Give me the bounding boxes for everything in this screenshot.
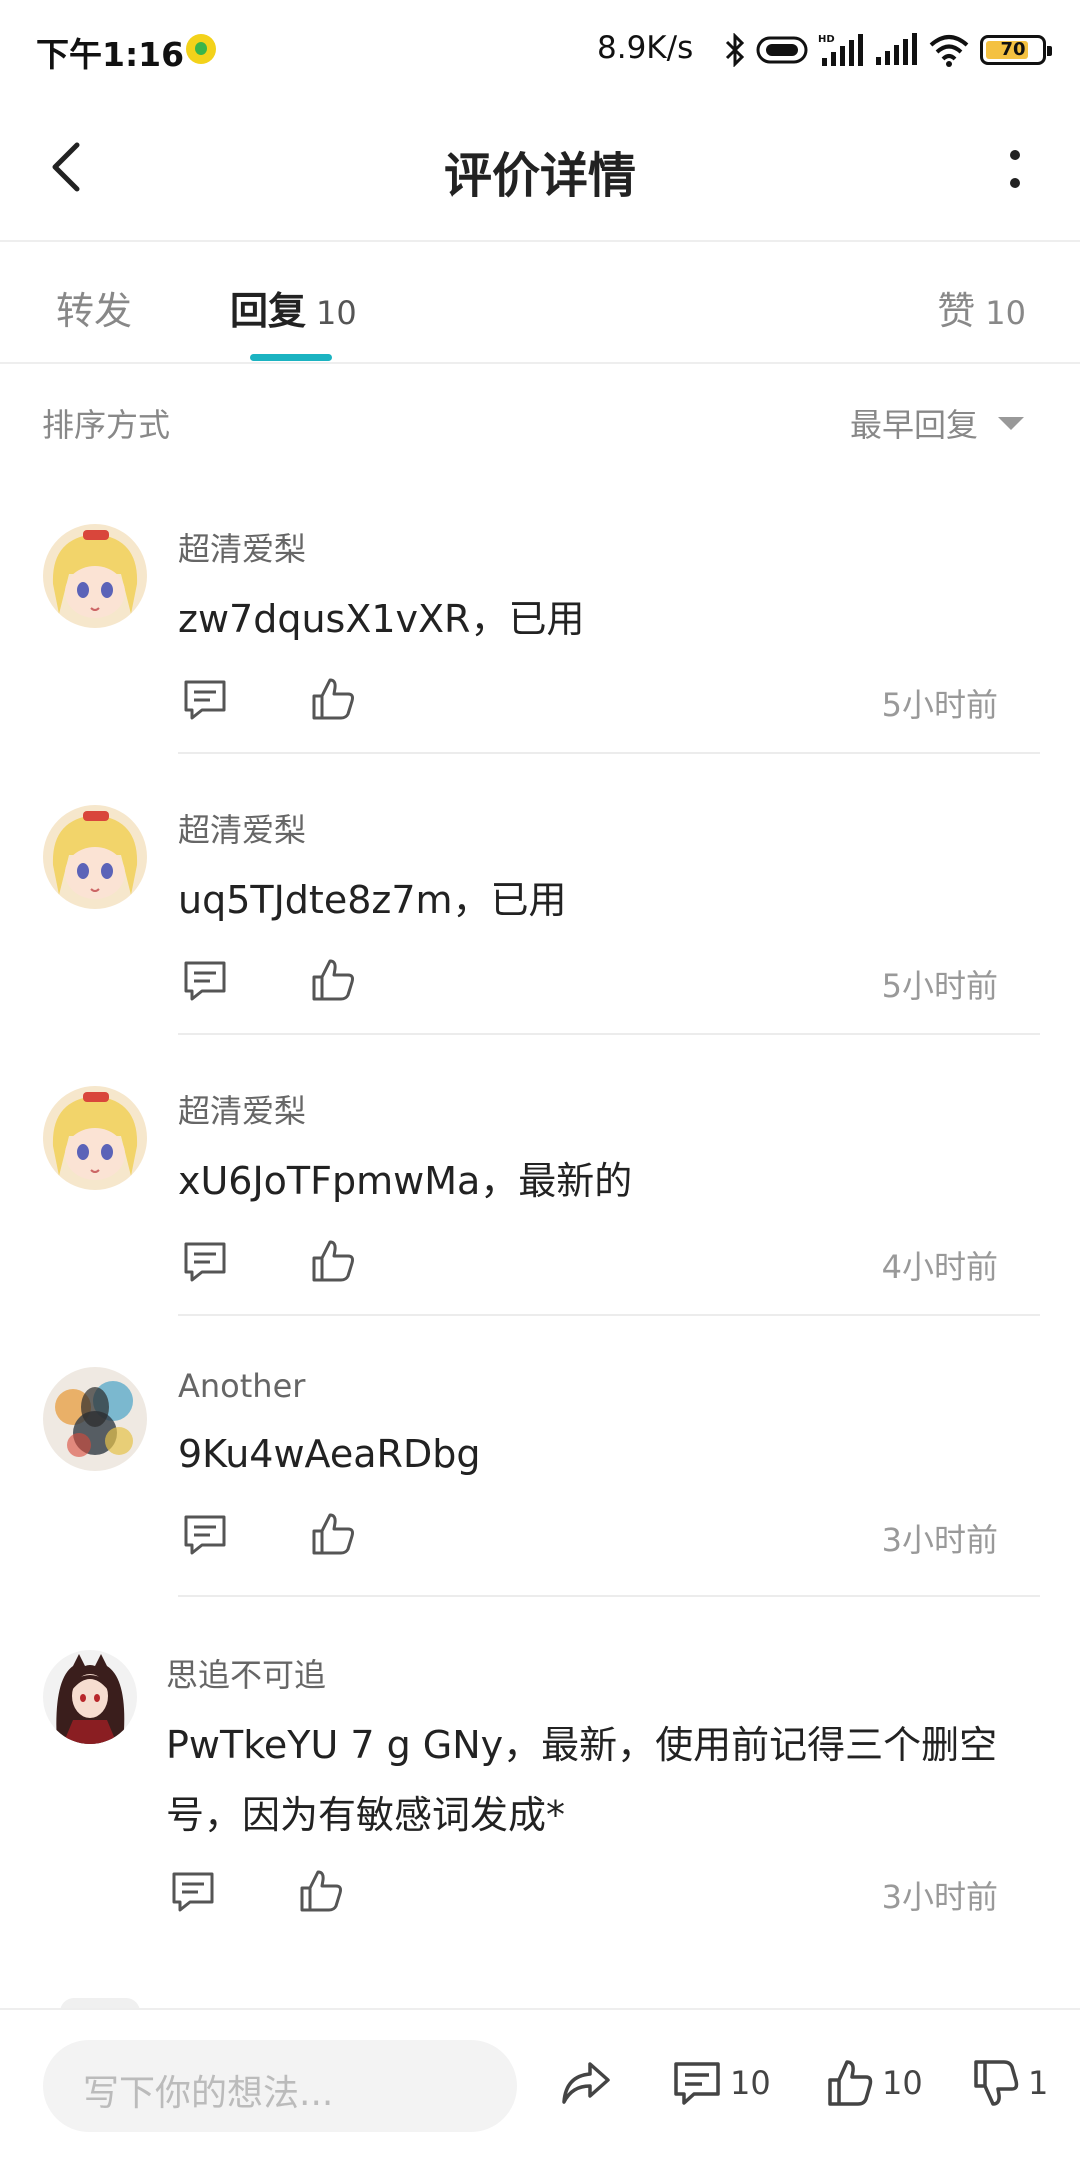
dislike-count: 1: [1028, 2064, 1049, 2102]
signal-icon: [876, 33, 917, 65]
comment-text: PwTkeYU 7 g GNy，最新，使用前记得三个删空号，因为有敏感词发成*: [166, 1723, 998, 1837]
status-icons: HD 70: [724, 30, 1052, 70]
share-button[interactable]: [560, 2058, 612, 2106]
tab-forward[interactable]: 转发: [56, 280, 132, 335]
app-notification-icon: [186, 34, 216, 64]
like-count: 10: [882, 2064, 923, 2102]
comment-text: zw7dqusX1vXR，已用: [178, 597, 585, 641]
comment-text: uq5TJdte8z7m，已用: [178, 878, 567, 922]
avatar[interactable]: [43, 524, 147, 628]
avatar[interactable]: [43, 1086, 147, 1190]
comment-input[interactable]: 写下你的想法...: [43, 2040, 517, 2132]
sort-row: 排序方式 最早回复: [0, 366, 1080, 476]
comment-count-button[interactable]: 10: [672, 2058, 771, 2108]
tab-reply-count: 10: [316, 294, 357, 332]
comment-item: 超清爱梨 xU6JoTFpmwMa，最新的 4小时前: [0, 1038, 1080, 1319]
comment-time: 5小时前: [881, 967, 998, 1005]
comment-list: 超清爱梨 zw7dqusX1vXR，已用 5小时前 超清爱梨 uq5TJdte8…: [0, 476, 1080, 2073]
like-icon[interactable]: [296, 1866, 346, 1916]
comment-time: 5小时前: [881, 686, 998, 724]
reply-icon[interactable]: [180, 1509, 230, 1559]
sort-value: 最早回复: [849, 406, 978, 444]
comment-username[interactable]: 超清爱梨: [178, 805, 1040, 851]
divider: [178, 1033, 1040, 1035]
reply-icon[interactable]: [180, 955, 230, 1005]
tab-reply-label: 回复: [230, 289, 307, 333]
thumbs-up-icon: [828, 2060, 873, 2106]
comment-username[interactable]: Another: [178, 1367, 1040, 1405]
comment-item: 超清爱梨 uq5TJdte8z7m，已用 5小时前: [0, 757, 1080, 1038]
reply-icon[interactable]: [180, 1236, 230, 1286]
comment-text: 9Ku4wAeaRDbg: [178, 1432, 481, 1476]
comment-item: 超清爱梨 zw7dqusX1vXR，已用 5小时前: [0, 476, 1080, 757]
top-bar: 评价详情: [0, 96, 1080, 242]
divider: [178, 1314, 1040, 1316]
avatar[interactable]: [43, 1650, 137, 1744]
comment-item: Another 9Ku4wAeaRDbg 3小时前: [0, 1319, 1080, 1600]
bottom-action-bar: 写下你的想法... 10 10 1: [0, 2008, 1080, 2158]
tab-like[interactable]: 赞 10: [937, 280, 1026, 335]
like-icon[interactable]: [308, 955, 358, 1005]
sort-label: 排序方式: [42, 406, 171, 444]
sort-dropdown[interactable]: 最早回复: [850, 400, 1024, 446]
more-vertical-icon: [1010, 150, 1020, 188]
thumbs-down-icon: [974, 2060, 1019, 2106]
dislike-count-button[interactable]: 1: [972, 2058, 1048, 2108]
comment-input-placeholder: 写下你的想法...: [83, 2073, 334, 2114]
battery-icon: 70: [980, 35, 1052, 65]
avatar[interactable]: [43, 1367, 147, 1471]
tab-forward-label: 转发: [56, 289, 133, 333]
comment-username[interactable]: 思追不可追: [166, 1650, 1040, 1696]
reply-icon[interactable]: [168, 1866, 218, 1916]
like-icon[interactable]: [308, 1236, 358, 1286]
comment-username[interactable]: 超清爱梨: [178, 1086, 1040, 1132]
more-button[interactable]: [980, 134, 1050, 204]
comment-item: 思追不可追 PwTkeYU 7 g GNy，最新，使用前记得三个删空号，因为有敏…: [0, 1600, 1080, 2073]
comment-text: xU6JoTFpmwMa，最新的: [178, 1159, 633, 1203]
status-time: 下午1:16: [36, 35, 185, 74]
comment-icon: [674, 2062, 720, 2105]
page-title: 评价详情: [443, 148, 636, 204]
battery-level: 70: [1000, 39, 1026, 60]
comment-count: 10: [730, 2064, 771, 2102]
bluetooth-icon: [725, 33, 745, 67]
vibrate-icon: [756, 36, 808, 64]
comment-time: 3小时前: [881, 1521, 998, 1559]
divider: [178, 1595, 1040, 1597]
comment-time: 4小时前: [881, 1248, 998, 1286]
tab-bar: 转发 回复 10 赞 10: [0, 244, 1080, 364]
caret-down-icon: [998, 416, 1024, 430]
tab-reply[interactable]: 回复 10: [230, 280, 357, 335]
status-bar: 下午1:16 8.9K/s HD 70: [0, 0, 1080, 96]
avatar[interactable]: [43, 805, 147, 909]
tab-active-indicator: [250, 354, 332, 361]
tab-like-label: 赞: [937, 289, 976, 333]
network-speed: 8.9K/s: [597, 30, 694, 66]
signal-hd-icon: HD: [818, 34, 863, 66]
wifi-icon: [929, 35, 969, 67]
like-icon[interactable]: [308, 674, 358, 724]
comment-time: 3小时前: [881, 1878, 998, 1916]
svg-text:HD: HD: [818, 34, 835, 45]
like-icon[interactable]: [308, 1509, 358, 1559]
share-icon: [562, 2062, 610, 2104]
comment-username[interactable]: 超清爱梨: [178, 524, 1040, 570]
tab-like-count: 10: [985, 294, 1026, 332]
like-count-button[interactable]: 10: [826, 2058, 923, 2108]
reply-icon[interactable]: [180, 674, 230, 724]
divider: [178, 752, 1040, 754]
